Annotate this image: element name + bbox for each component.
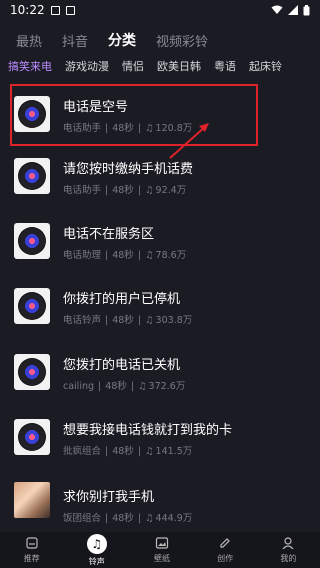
signal-icon (288, 5, 298, 15)
headphones-icon: ♫ (145, 250, 154, 261)
tab-category[interactable]: 分类 (108, 30, 136, 50)
tab-video-ringtone[interactable]: 视频彩铃 (156, 31, 208, 50)
nav-label: 推荐 (23, 554, 40, 563)
wifi-icon (271, 5, 283, 14)
ringtone-artist: 电话助理 (63, 250, 102, 261)
ringtone-meta: 电话铃声 | 48秒 | ♫ 303.8万 (63, 315, 193, 326)
category-funny-call[interactable]: 搞笑来电 (8, 58, 52, 74)
list-item[interactable]: 你拨打的用户已停机 电话铃声 | 48秒 | ♫ 303.8万 (0, 284, 320, 346)
ringtone-title: 求你别打我手机 (63, 490, 155, 505)
list-item[interactable]: 电话不在服务区 电话助理 | 48秒 | ♫ 78.6万 (0, 219, 320, 281)
record-thumbnail (14, 354, 50, 390)
ringtone-artist: 批疯组合 (63, 446, 102, 457)
home-icon (25, 537, 38, 549)
highlight-box (10, 84, 258, 146)
vinyl-disc-icon (18, 292, 46, 320)
nav-wallpaper[interactable]: 壁纸 (154, 536, 170, 564)
ringtone-artist: 电话铃声 (63, 315, 102, 326)
headphones-icon: ♫ (138, 381, 147, 392)
ringtone-artist: 饭团组合 (63, 513, 102, 524)
artist-photo (14, 482, 50, 518)
headphones-icon: ♫ (145, 446, 154, 457)
record-thumbnail (14, 419, 50, 455)
ringtone-plays: 372.6万 (148, 381, 186, 392)
top-tabs: 最热 抖音 分类 视频彩铃 (0, 26, 320, 54)
tab-douyin[interactable]: 抖音 (62, 31, 88, 50)
ringtone-duration: 48秒 (112, 513, 134, 524)
ringtone-duration: 48秒 (112, 315, 134, 326)
nav-label: 创作 (217, 554, 234, 563)
nav-ringtone[interactable]: ♫ 铃声 (86, 533, 107, 567)
nav-label: 我的 (280, 554, 297, 563)
music-note-icon: ♫ (86, 533, 107, 554)
category-western-jk[interactable]: 欧美日韩 (157, 58, 201, 74)
notification-icon (65, 5, 75, 15)
bottom-nav: 推荐 ♫ 铃声 壁纸 创作 我的 (0, 532, 320, 568)
category-tabs: 搞笑来电 游戏动漫 情侣 欧美日韩 粤语 起床铃 (0, 54, 320, 78)
ringtone-meta: 电话助手 | 48秒 | ♫ 92.4万 (63, 185, 187, 196)
nav-label: 壁纸 (153, 554, 170, 563)
ringtone-duration: 48秒 (112, 446, 134, 457)
record-thumbnail (14, 223, 50, 259)
ringtone-meta: 饭团组合 | 48秒 | ♫ 444.9万 (63, 513, 193, 524)
ringtone-meta: 电话助理 | 48秒 | ♫ 78.6万 (63, 250, 187, 261)
ringtone-duration: 48秒 (112, 185, 134, 196)
status-time: 10:22 (10, 3, 45, 17)
nav-create[interactable]: 创作 (217, 536, 233, 564)
ringtone-plays: 141.5万 (155, 446, 193, 457)
ringtone-duration: 48秒 (112, 250, 134, 261)
ringtone-title: 想要我接电话钱就打到我的卡 (63, 423, 233, 438)
vinyl-disc-icon (18, 162, 46, 190)
arrow-annotation-icon (169, 123, 209, 159)
ringtone-plays: 444.9万 (155, 513, 193, 524)
list-item[interactable]: 您拨打的电话已关机 cailing | 48秒 | ♫ 372.6万 (0, 350, 320, 412)
list-item[interactable]: 想要我接电话钱就打到我的卡 批疯组合 | 48秒 | ♫ 141.5万 (0, 415, 320, 477)
category-game-anime[interactable]: 游戏动漫 (65, 58, 109, 74)
ringtone-plays: 92.4万 (155, 185, 187, 196)
pencil-icon (220, 538, 231, 548)
ringtone-artist: 电话助手 (63, 185, 102, 196)
vinyl-disc-icon (18, 358, 46, 386)
list-item[interactable]: 请您按时缴纳手机话费 电话助手 | 48秒 | ♫ 92.4万 (0, 154, 320, 216)
ringtone-meta: cailing | 48秒 | ♫ 372.6万 (63, 381, 186, 392)
nav-label: 铃声 (88, 556, 105, 566)
tab-hot[interactable]: 最热 (16, 31, 42, 50)
ringtone-title: 你拨打的用户已停机 (63, 292, 181, 307)
record-thumbnail (14, 158, 50, 194)
headphones-icon: ♫ (145, 513, 154, 524)
record-thumbnail (14, 288, 50, 324)
battery-icon (303, 4, 310, 15)
category-cantonese[interactable]: 粤语 (214, 58, 236, 74)
ringtone-meta: 批疯组合 | 48秒 | ♫ 141.5万 (63, 446, 193, 457)
status-bar: 10:22 (0, 0, 320, 20)
headphones-icon: ♫ (145, 315, 154, 326)
vinyl-disc-icon (18, 423, 46, 451)
headphones-icon: ♫ (145, 185, 154, 196)
vinyl-disc-icon (18, 227, 46, 255)
ringtone-duration: 48秒 (105, 381, 127, 392)
nav-recommend[interactable]: 推荐 (24, 536, 40, 564)
ringtone-plays: 303.8万 (155, 315, 193, 326)
ringtone-plays: 78.6万 (155, 250, 187, 261)
user-icon (282, 537, 294, 550)
ringtone-artist: cailing (63, 381, 95, 392)
category-couples[interactable]: 情侣 (122, 58, 144, 74)
ringtone-title: 电话不在服务区 (63, 227, 155, 242)
image-icon (155, 537, 169, 549)
notification-icon (50, 5, 60, 15)
ringtone-title: 您拨打的电话已关机 (63, 358, 181, 373)
nav-mine[interactable]: 我的 (280, 536, 296, 564)
category-alarm[interactable]: 起床铃 (249, 58, 282, 74)
